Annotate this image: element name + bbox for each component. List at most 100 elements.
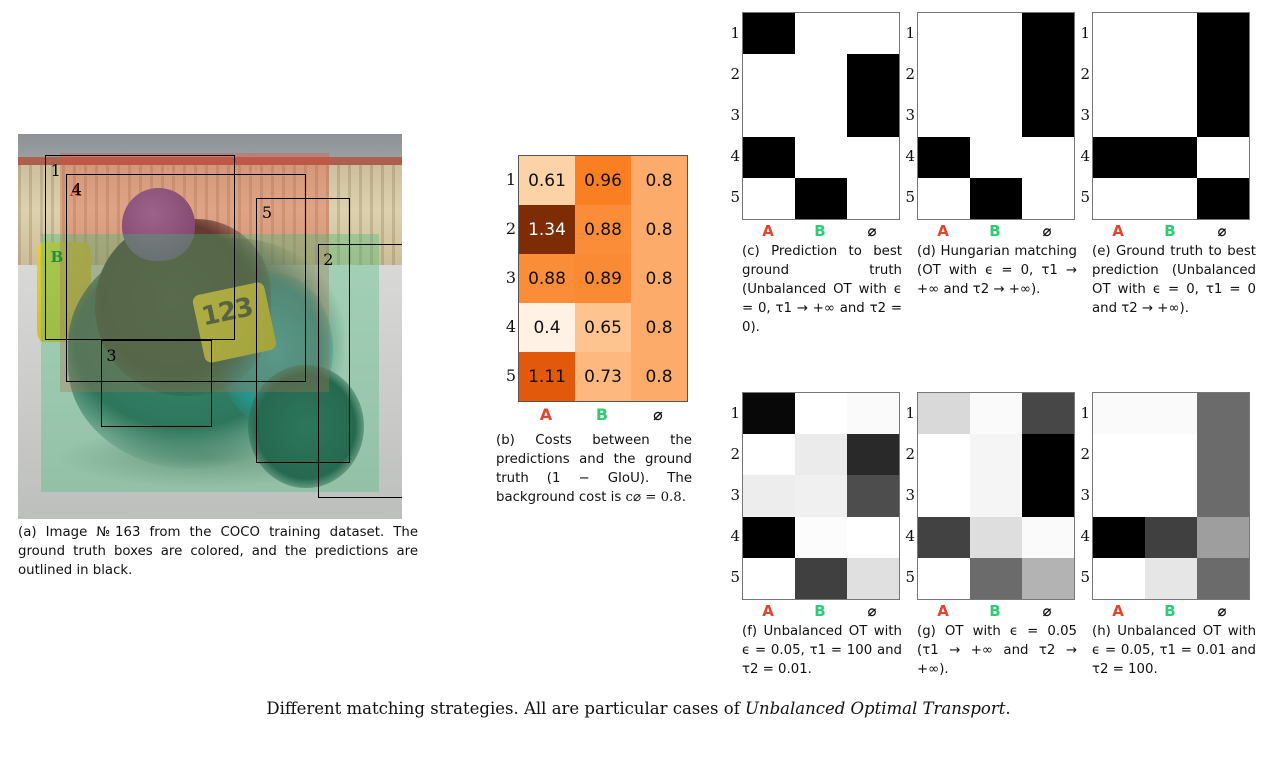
matrix-g-grid <box>917 392 1075 600</box>
matrix-e-cell-5-A <box>1093 177 1145 219</box>
matrix-g-cell-2-⌀ <box>1022 434 1074 476</box>
matrix-c-cell-2-⌀ <box>847 54 899 96</box>
matrix-h-cell-1-A <box>1093 393 1145 435</box>
matrix-e-cell-5-⌀ <box>1197 177 1249 219</box>
matrix-c-cell-4-A <box>743 136 795 178</box>
matrix-wrap-f: 1 2 3 4 5 A B ⌀ <box>730 392 900 620</box>
matrix-h-cell-2-A <box>1093 434 1145 476</box>
matrix-c-col-label-a: A <box>762 222 774 240</box>
cost-matrix-row-label-5: 5 <box>505 366 516 385</box>
matrix-e-row-label-5: 5 <box>1080 188 1090 207</box>
matrix-e-cell-3-A <box>1093 95 1145 137</box>
matrix-d-cell-5-B <box>970 177 1022 219</box>
matrix-h-cell-4-A <box>1093 516 1145 558</box>
cost-matrix-col-label-a: A <box>539 405 553 424</box>
matrix-d-col-label-background: ⌀ <box>1042 222 1052 240</box>
matrix-e-cell-1-B <box>1145 13 1197 55</box>
caption-matrix-g: (g) OT with ϵ = 0.05 (τ1 → +∞ and τ2 → +… <box>917 624 1077 677</box>
caption-matrix-f: (f) Unbalanced OT with ϵ = 0.05, τ1 = 10… <box>742 624 902 677</box>
matrix-f-col-labels: A B ⌀ <box>742 602 898 620</box>
cost-matrix-column-labels: A B ⌀ <box>518 405 686 424</box>
cost-cell-5-B: 0.73 <box>575 352 631 401</box>
matrix-d-cell-1-B <box>970 13 1022 55</box>
matrix-panel-g: 1 2 3 4 5 A B ⌀ <box>905 392 1075 620</box>
matrix-h-col-labels: A B ⌀ <box>1092 602 1248 620</box>
matrix-h-row-label-5: 5 <box>1080 568 1090 587</box>
matrix-h-col-label-background: ⌀ <box>1217 602 1227 620</box>
matrix-c-cell-4-B <box>795 136 847 178</box>
matrix-e-cell-1-⌀ <box>1197 13 1249 55</box>
matrix-g-col-labels: A B ⌀ <box>917 602 1073 620</box>
cost-cell-4-⌀: 0.8 <box>631 303 687 352</box>
cost-cell-3-A: 0.88 <box>519 254 575 303</box>
matrix-g-cell-5-⌀ <box>1022 557 1074 599</box>
matrix-f-cell-2-B <box>795 434 847 476</box>
matrix-g-col-label-b: B <box>989 602 1001 620</box>
matrix-g-cell-4-⌀ <box>1022 516 1074 558</box>
matrix-h-cell-4-B <box>1145 516 1197 558</box>
matrix-c-row-label-1: 1 <box>730 23 740 42</box>
matrix-wrap-h: 1 2 3 4 5 A B ⌀ <box>1080 392 1250 620</box>
caption-panel-b: (b) Costs between the predictions and th… <box>496 432 692 508</box>
matrix-h-cell-4-⌀ <box>1197 516 1249 558</box>
matrix-h-cell-1-⌀ <box>1197 393 1249 435</box>
matrix-c-cell-3-⌀ <box>847 95 899 137</box>
matrix-h-row-label-3: 3 <box>1080 485 1090 504</box>
matrix-d-cell-3-⌀ <box>1022 95 1074 137</box>
matrix-g-cell-3-B <box>970 475 1022 517</box>
matrix-d-grid <box>917 12 1075 220</box>
matrix-e-cell-2-B <box>1145 54 1197 96</box>
matrix-f-col-label-b: B <box>814 602 826 620</box>
matrix-f-cell-2-A <box>743 434 795 476</box>
cost-matrix-col-label-background: ⌀ <box>653 405 663 424</box>
matrix-panel-c: 1 2 3 4 5 A B ⌀ <box>730 12 900 240</box>
matrix-d-row-label-1: 1 <box>905 23 915 42</box>
matrix-c-row-label-5: 5 <box>730 188 740 207</box>
cost-cell-4-B: 0.65 <box>575 303 631 352</box>
matrix-f-row-label-3: 3 <box>730 485 740 504</box>
bottom-caption-prefix: Different matching strategies. All are p… <box>266 699 746 718</box>
caption-matrix-d: (d) Hungarian matching (OT with ϵ = 0, τ… <box>917 244 1077 297</box>
matrix-h-row-labels: 1 2 3 4 5 <box>1072 392 1090 598</box>
cost-cell-1-⌀: 0.8 <box>631 156 687 205</box>
bottom-caption-emphasis: Unbalanced Optimal Transport <box>745 699 1006 718</box>
prediction-label-1: 1 <box>50 160 61 180</box>
cost-matrix-row-label-2: 2 <box>505 219 516 238</box>
matrix-f-cell-1-⌀ <box>847 393 899 435</box>
matrix-e-row-labels: 1 2 3 4 5 <box>1072 12 1090 218</box>
prediction-label-5: 5 <box>261 203 273 223</box>
matrix-h-cell-3-B <box>1145 475 1197 517</box>
cost-matrix-row-label-3: 3 <box>505 268 516 287</box>
matrix-d-col-label-b: B <box>989 222 1001 240</box>
matrix-c-col-labels: A B ⌀ <box>742 222 898 240</box>
matrix-d-cell-1-⌀ <box>1022 13 1074 55</box>
matrix-d-cell-2-B <box>970 54 1022 96</box>
matrix-d-row-label-5: 5 <box>905 188 915 207</box>
matrix-f-row-label-5: 5 <box>730 568 740 587</box>
matrix-g-cell-2-B <box>970 434 1022 476</box>
matrix-h-cell-5-⌀ <box>1197 557 1249 599</box>
cost-cell-5-A: 1.11 <box>519 352 575 401</box>
matrix-d-row-label-2: 2 <box>905 64 915 83</box>
matrix-h-cell-5-A <box>1093 557 1145 599</box>
matrix-h-cell-5-B <box>1145 557 1197 599</box>
matrix-f-col-label-background: ⌀ <box>867 602 877 620</box>
matrix-f-cell-1-A <box>743 393 795 435</box>
matrix-f-cell-3-⌀ <box>847 475 899 517</box>
prediction-label-4: 4 <box>71 180 82 200</box>
matrix-c-cell-1-B <box>795 13 847 55</box>
matrix-e-cell-3-⌀ <box>1197 95 1249 137</box>
matrix-f-cell-2-⌀ <box>847 434 899 476</box>
matrix-g-cell-1-⌀ <box>1022 393 1074 435</box>
matrix-d-cell-2-⌀ <box>1022 54 1074 96</box>
matrix-f-row-label-1: 1 <box>730 403 740 422</box>
matrix-g-cell-5-B <box>970 557 1022 599</box>
cost-cell-1-B: 0.96 <box>575 156 631 205</box>
matrix-panel-f: 1 2 3 4 5 A B ⌀ <box>730 392 900 620</box>
matrix-wrap-e: 1 2 3 4 5 A B ⌀ <box>1080 12 1250 240</box>
matrix-c-row-labels: 1 2 3 4 5 <box>722 12 740 218</box>
matrix-f-cell-3-B <box>795 475 847 517</box>
matrix-d-row-label-4: 4 <box>905 147 915 166</box>
matrix-d-cell-4-⌀ <box>1022 136 1074 178</box>
matrix-c-row-label-3: 3 <box>730 105 740 124</box>
